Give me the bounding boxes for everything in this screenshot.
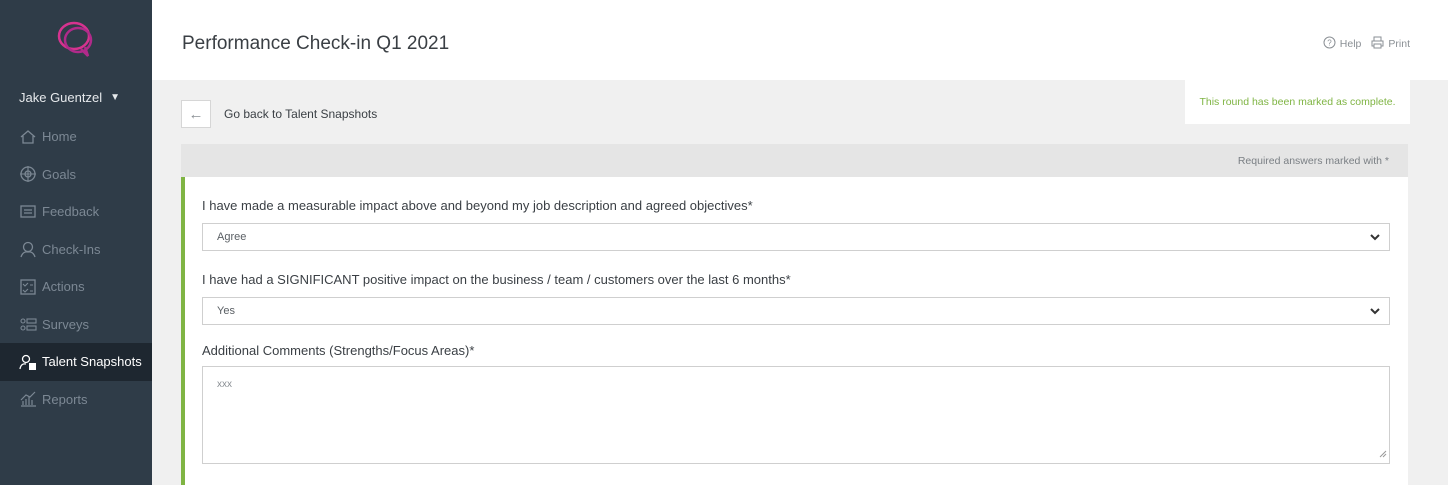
required-note: Required answers marked with * (1237, 155, 1389, 167)
print-button[interactable]: Print (1371, 36, 1410, 52)
chevron-down-icon (1369, 305, 1381, 320)
help-label: Help (1339, 38, 1362, 50)
sidebar-item-check-ins[interactable]: Check-Ins (0, 231, 152, 269)
sidebar-item-goals[interactable]: Goals (0, 156, 152, 194)
sidebar-item-reports[interactable]: Reports (0, 381, 152, 419)
sidebar-item-label: Feedback (42, 204, 100, 220)
form-section: Required answers marked with * I have ma… (181, 144, 1408, 485)
user-name: Jake Guentzel (19, 90, 103, 105)
talent-icon (19, 353, 37, 371)
print-icon (1371, 36, 1384, 52)
app-logo[interactable] (55, 18, 97, 60)
sidebar-item-label: Check-Ins (42, 241, 101, 257)
question-1-label: I have made a measurable impact above an… (202, 198, 753, 213)
page-header: Performance Check-in Q1 2021 ? Help Prin… (152, 0, 1448, 80)
question-3-label: Additional Comments (Strengths/Focus Are… (202, 343, 475, 358)
user-menu[interactable]: Jake Guentzel ▼ (19, 90, 120, 105)
sidebar-item-label: Surveys (42, 316, 89, 332)
sidebar-nav: Home Goals Feedback Check-Ins Actions Su… (0, 118, 152, 418)
people-icon (19, 240, 37, 258)
sidebar-item-talent-snapshots[interactable]: Talent Snapshots (0, 343, 152, 381)
back-button[interactable]: ← (181, 100, 211, 128)
arrow-left-icon: ← (188, 105, 204, 123)
chevron-down-icon (1369, 231, 1381, 246)
feedback-icon (19, 203, 37, 221)
comments-textarea[interactable]: xxx (202, 366, 1390, 464)
sidebar-item-label: Reports (42, 391, 88, 407)
page-title: Performance Check-in Q1 2021 (182, 33, 450, 54)
print-label: Print (1388, 38, 1410, 50)
sidebar-item-label: Goals (42, 166, 76, 182)
help-button[interactable]: ? Help (1323, 36, 1362, 52)
select-value: Agree (217, 231, 247, 243)
sidebar-item-actions[interactable]: Actions (0, 268, 152, 306)
sidebar-item-home[interactable]: Home (0, 118, 152, 156)
sidebar-item-label: Talent Snapshots (42, 354, 142, 370)
header-actions: ? Help Print (1323, 36, 1410, 52)
home-icon (19, 128, 37, 146)
question-1-select[interactable]: Agree (202, 223, 1390, 251)
chart-icon (19, 390, 37, 408)
svg-text:?: ? (1327, 39, 1332, 48)
question-2-select[interactable]: Yes (202, 297, 1390, 325)
sidebar-item-label: Actions (42, 279, 85, 295)
caret-down-icon: ▼ (110, 92, 121, 103)
help-icon: ? (1323, 36, 1336, 52)
question-2-label: I have had a SIGNIFICANT positive impact… (202, 272, 791, 287)
textarea-value: xxx (217, 379, 232, 390)
sidebar-item-feedback[interactable]: Feedback (0, 193, 152, 231)
checklist-icon (19, 278, 37, 296)
sidebar-item-label: Home (42, 129, 77, 145)
survey-icon (19, 315, 37, 333)
form-card: I have made a measurable impact above an… (181, 177, 1408, 485)
back-link[interactable]: Go back to Talent Snapshots (224, 107, 377, 121)
sidebar-item-surveys[interactable]: Surveys (0, 306, 152, 344)
content-area: ← Go back to Talent Snapshots This round… (152, 80, 1448, 485)
complete-status-banner: This round has been marked as complete. (1185, 80, 1410, 124)
target-icon (19, 165, 37, 183)
sidebar: Jake Guentzel ▼ Home Goals Feedback Chec… (0, 0, 152, 485)
select-value: Yes (217, 305, 235, 317)
resize-handle-icon[interactable] (1378, 449, 1387, 461)
